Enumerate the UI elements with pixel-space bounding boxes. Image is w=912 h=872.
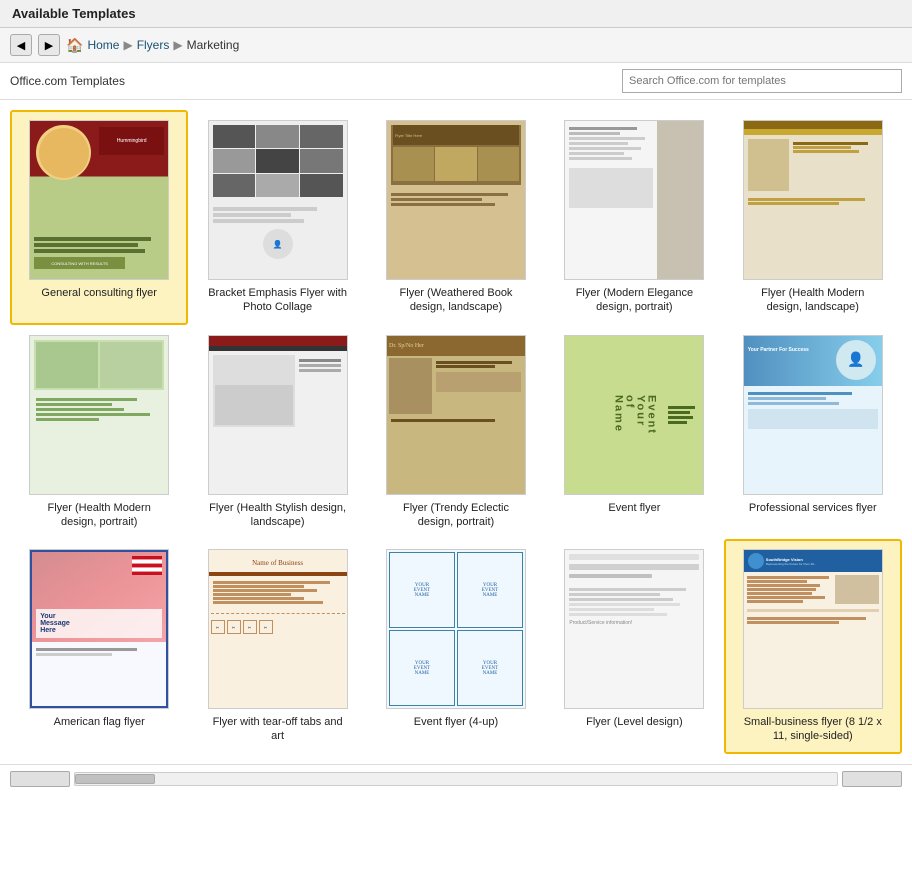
template-item-t12[interactable]: Name of Business ✂ ✂ ✂ ✂ Flyer with tear… — [188, 539, 366, 754]
template-thumb-t6 — [29, 335, 169, 495]
template-label-t1: General consulting flyer — [41, 286, 157, 300]
template-thumb-t2: 👤 — [208, 120, 348, 280]
breadcrumb-marketing: Marketing — [187, 38, 240, 52]
template-label-t6: Flyer (Health Modern design, portrait) — [29, 501, 169, 530]
template-label-t10: Professional services flyer — [749, 501, 877, 515]
templates-grid: Hummingbird CONSULTING WITH RESULTS Gene… — [0, 100, 912, 764]
template-label-t13: Event flyer (4-up) — [414, 715, 498, 729]
template-item-t4[interactable]: Flyer (Modern Elegance design, portrait) — [545, 110, 723, 325]
template-thumb-t8: Dr. Sp/No Her — [386, 335, 526, 495]
template-label-t9: Event flyer — [608, 501, 660, 515]
template-label-t15: Small-business flyer (8 1/2 x 11, single… — [743, 715, 883, 744]
template-thumb-t5 — [743, 120, 883, 280]
template-thumb-t7 — [208, 335, 348, 495]
template-item-t8[interactable]: Dr. Sp/No Her Flyer (Trendy Eclectic des… — [367, 325, 545, 540]
template-label-t8: Flyer (Trendy Eclectic design, portrait) — [386, 501, 526, 530]
template-item-t11[interactable]: YourMessageHere American flag flyer — [10, 539, 188, 754]
search-input[interactable] — [622, 69, 902, 93]
scroll-left-btn[interactable] — [10, 771, 70, 787]
page-title: Available Templates — [0, 0, 912, 28]
template-label-t12: Flyer with tear-off tabs and art — [208, 715, 348, 744]
template-item-t15[interactable]: SouthBridge VisionRepresenting the Futur… — [724, 539, 902, 754]
template-label-t14: Flyer (Level design) — [586, 715, 683, 729]
template-item-t13[interactable]: YOUREVENTNAME YOUREVENTNAME YOUREVENTNAM… — [367, 539, 545, 754]
template-item-t14[interactable]: Product/Service information! Flyer (Leve… — [545, 539, 723, 754]
template-item-t10[interactable]: 👤 Your Partner For Success Professional … — [724, 325, 902, 540]
template-item-t2[interactable]: 👤 Bracket Emphasis Flyer with Photo Coll… — [188, 110, 366, 325]
template-item-t6[interactable]: Flyer (Health Modern design, portrait) — [10, 325, 188, 540]
back-button[interactable]: ◀ — [10, 34, 32, 56]
scroll-right-btn[interactable] — [842, 771, 902, 787]
horizontal-scrollbar — [0, 764, 912, 793]
breadcrumb-home[interactable]: Home — [87, 38, 119, 52]
template-thumb-t13: YOUREVENTNAME YOUREVENTNAME YOUREVENTNAM… — [386, 549, 526, 709]
template-item-t7[interactable]: Flyer (Health Stylish design, landscape) — [188, 325, 366, 540]
forward-button[interactable]: ▶ — [38, 34, 60, 56]
template-thumb-t15: SouthBridge VisionRepresenting the Futur… — [743, 549, 883, 709]
template-label-t7: Flyer (Health Stylish design, landscape) — [208, 501, 348, 530]
template-item-t3[interactable]: Flyer Title Here Flyer (Weathered Book d… — [367, 110, 545, 325]
breadcrumb-sep-1: ▶ — [123, 38, 132, 52]
toolbar: Office.com Templates — [0, 63, 912, 100]
template-thumb-t11: YourMessageHere — [29, 549, 169, 709]
template-label-t2: Bracket Emphasis Flyer with Photo Collag… — [208, 286, 348, 315]
toolbar-label: Office.com Templates — [10, 74, 125, 88]
template-item-t5[interactable]: Flyer (Health Modern design, landscape) — [724, 110, 902, 325]
template-label-t11: American flag flyer — [54, 715, 145, 729]
scroll-track — [74, 772, 838, 786]
home-icon: 🏠 — [66, 37, 83, 54]
scroll-thumb[interactable] — [75, 774, 155, 784]
template-thumb-t14: Product/Service information! — [564, 549, 704, 709]
template-thumb-t10: 👤 Your Partner For Success — [743, 335, 883, 495]
template-label-t3: Flyer (Weathered Book design, landscape) — [386, 286, 526, 315]
template-thumb-t4 — [564, 120, 704, 280]
breadcrumb: 🏠 Home ▶ Flyers ▶ Marketing — [66, 37, 239, 54]
template-thumb-t3: Flyer Title Here — [386, 120, 526, 280]
template-label-t5: Flyer (Health Modern design, landscape) — [743, 286, 883, 315]
template-label-t4: Flyer (Modern Elegance design, portrait) — [564, 286, 704, 315]
template-item-t1[interactable]: Hummingbird CONSULTING WITH RESULTS Gene… — [10, 110, 188, 325]
template-item-t9[interactable]: NameofYourEvent Event flyer — [545, 325, 723, 540]
breadcrumb-flyers[interactable]: Flyers — [137, 38, 170, 52]
template-thumb-t12: Name of Business ✂ ✂ ✂ ✂ — [208, 549, 348, 709]
nav-bar: ◀ ▶ 🏠 Home ▶ Flyers ▶ Marketing — [0, 28, 912, 63]
template-thumb-t9: NameofYourEvent — [564, 335, 704, 495]
breadcrumb-sep-2: ▶ — [173, 38, 182, 52]
template-thumb-t1: Hummingbird CONSULTING WITH RESULTS — [29, 120, 169, 280]
